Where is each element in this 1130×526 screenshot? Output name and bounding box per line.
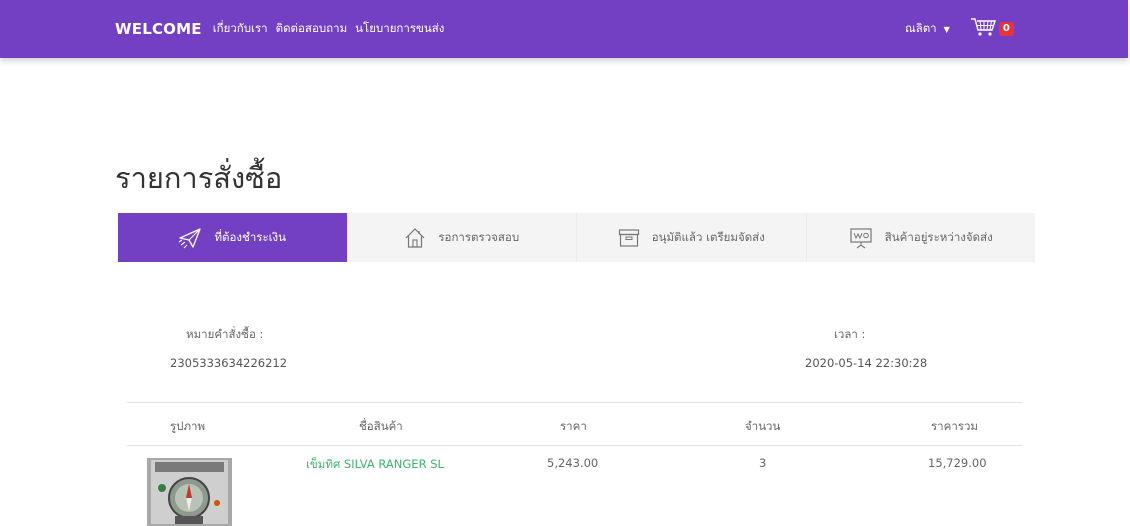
user-name: ณลิตา xyxy=(905,21,937,35)
product-name-link[interactable]: เข็มทิศ SILVA RANGER SL xyxy=(306,456,444,474)
product-price: 5,243.00 xyxy=(547,456,599,470)
tab-label: ที่ต้องชำระเงิน xyxy=(214,229,287,244)
tab-pending-review[interactable]: รอการตรวจสอบ xyxy=(346,213,577,262)
nav-link-shipping-policy[interactable]: นโยบายการขนส่ง xyxy=(355,20,444,38)
cart-count-badge: 0 xyxy=(998,22,1014,36)
order-number-value: 2305333634226212 xyxy=(170,356,288,370)
column-header-quantity: จำนวน xyxy=(745,419,781,433)
tab-label: สินค้าอยู่ระหว่างจัดส่ง xyxy=(884,229,993,244)
table-header-divider xyxy=(127,445,1022,446)
column-header-total: ราคารวม xyxy=(931,419,978,433)
product-quantity: 3 xyxy=(759,456,767,470)
product-thumbnail[interactable] xyxy=(147,458,232,526)
nav-link-contact[interactable]: ติดต่อสอบถาม xyxy=(276,20,348,38)
page-title: รายการสั่งซื้อ xyxy=(115,161,283,195)
order-number-label: หมายคำสั่งซื้อ : xyxy=(186,327,264,341)
house-icon xyxy=(404,227,426,249)
caret-down-icon: ▼ xyxy=(943,24,950,34)
nav-left: WELCOME เกี่ยวกับเรา ติดต่อสอบถาม นโยบาย… xyxy=(115,0,452,58)
nav-right: ณลิตา ▼ 0 xyxy=(905,0,1014,58)
order-time-label: เวลา : xyxy=(834,327,866,341)
archive-box-icon xyxy=(618,228,640,248)
column-header-image: รูปภาพ xyxy=(170,419,206,433)
column-header-price: ราคา xyxy=(560,419,587,433)
presentation-board-icon xyxy=(849,227,873,249)
order-status-tabs: ที่ต้องชำระเงิน รอการตรวจสอบ อนุมัติแล้ว… xyxy=(118,213,1035,262)
airplane-icon xyxy=(178,227,202,249)
order-time-value: 2020-05-14 22:30:28 xyxy=(805,356,928,370)
cart-button[interactable]: 0 xyxy=(970,16,1014,42)
tab-label: รอการตรวจสอบ xyxy=(438,229,520,244)
tab-in-transit[interactable]: สินค้าอยู่ระหว่างจัดส่ง xyxy=(805,213,1036,262)
tab-label: อนุมัติแล้ว เตรียมจัดส่ง xyxy=(651,229,765,244)
nav-link-about[interactable]: เกี่ยวกับเรา xyxy=(213,20,268,38)
shopping-cart-icon xyxy=(970,16,998,42)
column-header-product-name: ชื่อสินค้า xyxy=(359,419,403,433)
product-total: 15,729.00 xyxy=(928,456,987,470)
table-top-divider xyxy=(127,402,1022,403)
top-navbar: WELCOME เกี่ยวกับเรา ติดต่อสอบถาม นโยบาย… xyxy=(0,0,1128,58)
brand-link[interactable]: WELCOME xyxy=(115,20,202,38)
tab-approved-preparing[interactable]: อนุมัติแล้ว เตรียมจัดส่ง xyxy=(576,213,806,262)
tab-awaiting-payment[interactable]: ที่ต้องชำระเงิน xyxy=(118,213,347,262)
user-dropdown[interactable]: ณลิตา ▼ xyxy=(905,20,950,38)
